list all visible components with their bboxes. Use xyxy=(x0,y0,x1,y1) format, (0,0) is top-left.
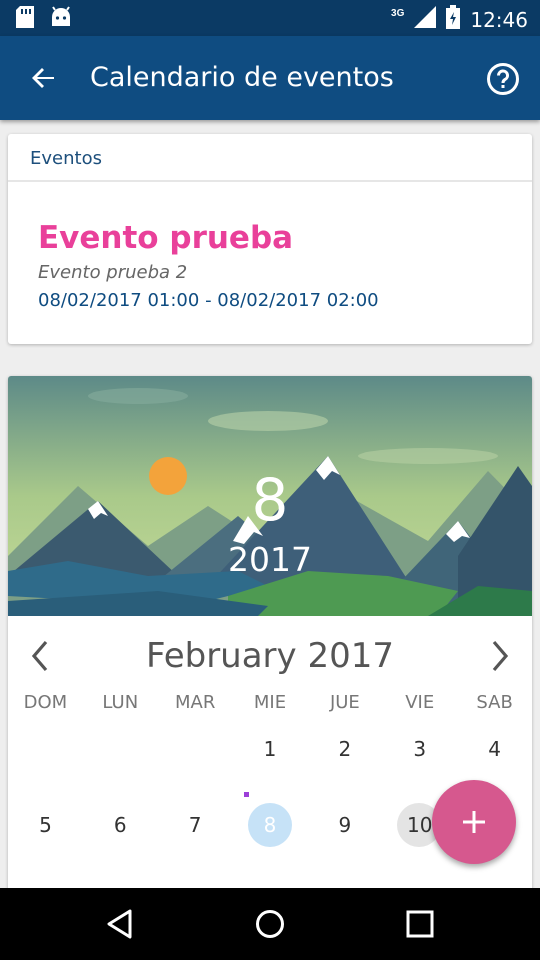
event-title: Evento prueba xyxy=(38,220,294,256)
weekday-label: SAB xyxy=(476,692,513,713)
chevron-right-icon[interactable] xyxy=(486,638,514,674)
add-event-button[interactable] xyxy=(432,780,516,864)
calendar-week: 1 2 3 4 xyxy=(8,730,532,790)
selected-year[interactable]: 2017 xyxy=(8,540,532,579)
nav-back-icon[interactable] xyxy=(104,908,136,940)
weekday-header: DOM LUN MAR MIE JUE VIE SAB xyxy=(8,692,532,722)
weekday-label: JUE xyxy=(329,692,360,713)
calendar-day[interactable]: 6 xyxy=(83,806,158,866)
calendar-day-empty xyxy=(8,730,83,790)
day-number: 1 xyxy=(263,737,277,761)
calendar-day[interactable]: 7 xyxy=(158,806,233,866)
weekday-label: LUN xyxy=(102,692,139,713)
calendar-day[interactable]: 3 xyxy=(382,730,457,790)
calendar-day[interactable]: 9 xyxy=(307,806,382,866)
month-label: February 2017 xyxy=(146,636,394,676)
day-number: 3 xyxy=(413,737,427,761)
event-indicator-dot xyxy=(243,792,249,797)
app-bar: Calendario de eventos xyxy=(0,36,540,120)
events-card: Eventos Evento prueba Evento prueba 2 08… xyxy=(8,134,532,344)
day-number: 2 xyxy=(338,737,352,761)
day-number: 7 xyxy=(188,813,202,837)
events-header: Eventos xyxy=(8,134,532,182)
day-number: 5 xyxy=(39,813,52,837)
android-icon xyxy=(50,6,72,33)
calendar-day[interactable]: 1 xyxy=(233,730,308,790)
plus-icon xyxy=(463,811,485,833)
day-number: 8 xyxy=(263,813,277,837)
help-circle-icon[interactable] xyxy=(486,62,520,96)
weekday-label: MIE xyxy=(253,692,287,713)
calendar-day[interactable]: 5 xyxy=(8,806,83,866)
day-number: 4 xyxy=(488,737,501,761)
sd-card-icon xyxy=(16,6,34,33)
network-type: 3G xyxy=(391,8,405,19)
day-number: 9 xyxy=(338,813,352,837)
mountain-landscape-banner: 8 2017 xyxy=(8,376,532,616)
weekday-label: MAR xyxy=(174,692,216,713)
system-nav-bar xyxy=(0,888,540,960)
event-time-range: 08/02/2017 01:00 - 08/02/2017 02:00 xyxy=(38,290,379,311)
calendar-day[interactable]: 2 xyxy=(307,730,382,790)
page-title: Calendario de eventos xyxy=(90,62,394,93)
day-number: 10 xyxy=(407,813,433,837)
battery-icon xyxy=(446,5,461,34)
arrow-back-icon[interactable] xyxy=(24,58,64,98)
weekday-label: VIE xyxy=(405,692,435,713)
month-header: February 2017 xyxy=(8,628,532,684)
calendar-day-selected[interactable]: 8 xyxy=(233,792,308,866)
status-bar: 3G 12:46 xyxy=(0,0,540,36)
events-header-label: Eventos xyxy=(30,148,102,169)
selected-day: 8 xyxy=(251,466,289,534)
day-number: 6 xyxy=(113,813,127,837)
signal-icon xyxy=(414,6,437,33)
nav-recents-icon[interactable] xyxy=(404,908,436,940)
calendar-day-empty xyxy=(158,730,233,790)
event-subtitle: Evento prueba 2 xyxy=(38,262,188,283)
status-time: 12:46 xyxy=(470,7,528,32)
calendar-day-empty xyxy=(83,730,158,790)
nav-home-icon[interactable] xyxy=(254,908,286,940)
weekday-label: DOM xyxy=(23,692,68,713)
